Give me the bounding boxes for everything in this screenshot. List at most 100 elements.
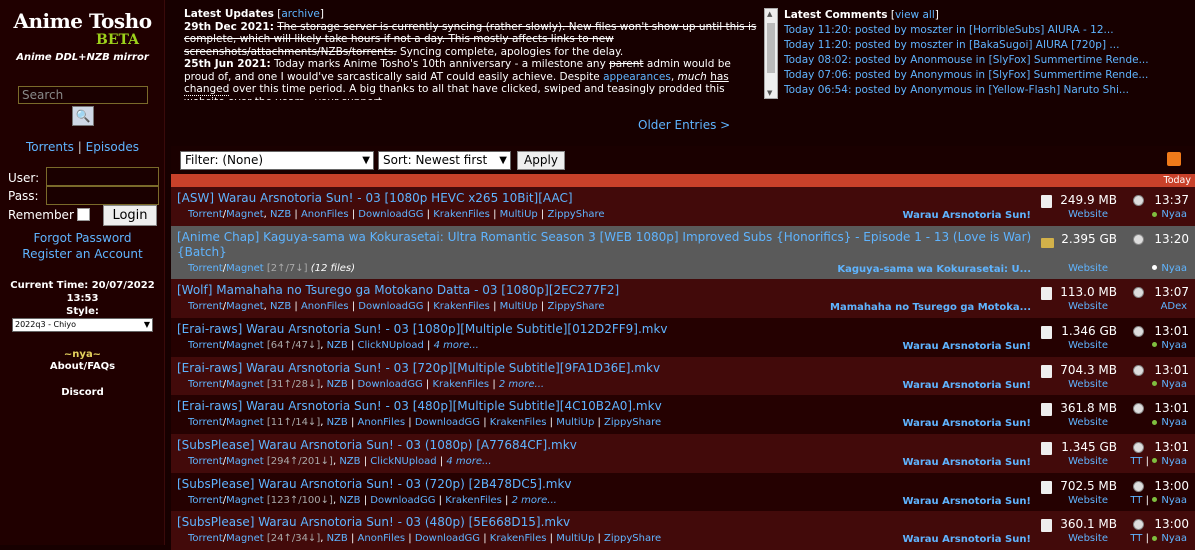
- scroll-up-icon[interactable]: ▲: [767, 10, 772, 18]
- download-link[interactable]: AnonFiles: [301, 301, 349, 312]
- download-link[interactable]: KrakenFiles: [433, 301, 490, 312]
- sort-select[interactable]: Sort: Newest first ▼: [378, 151, 511, 170]
- archive-link[interactable]: archive: [281, 8, 320, 20]
- comment-item[interactable]: Today 11:20: posted by moszter in [BakaS…: [784, 38, 1184, 53]
- website-link[interactable]: Website: [1068, 456, 1108, 467]
- tt-link[interactable]: TT: [1130, 533, 1142, 544]
- source-link[interactable]: Nyaa: [1161, 456, 1187, 467]
- download-link[interactable]: KrakenFiles: [432, 379, 489, 390]
- changed-link[interactable]: changed: [184, 83, 230, 96]
- view-all-link[interactable]: view all: [895, 9, 935, 21]
- torrent-title[interactable]: [SubsPlease] Warau Arsnotoria Sun! - 03 …: [177, 515, 1037, 530]
- source-link[interactable]: Nyaa: [1161, 495, 1187, 506]
- download-link[interactable]: ClickNUpload: [370, 456, 436, 467]
- download-link[interactable]: MultiUp: [556, 417, 594, 428]
- download-link[interactable]: Torrent: [188, 533, 223, 544]
- download-link[interactable]: DownloadGG: [415, 533, 480, 544]
- tt-link[interactable]: TT: [1130, 456, 1142, 467]
- appearances-link[interactable]: appearances: [603, 71, 671, 83]
- password-field[interactable]: [46, 186, 159, 205]
- download-link[interactable]: 4 more...: [434, 340, 479, 351]
- source-link[interactable]: Nyaa: [1161, 209, 1187, 220]
- filter-select[interactable]: Filter: (None) ▼: [180, 151, 374, 170]
- torrent-title[interactable]: [SubsPlease] Warau Arsnotoria Sun! - 03 …: [177, 477, 1037, 492]
- search-button[interactable]: 🔍: [72, 106, 94, 126]
- search-input[interactable]: Search: [18, 86, 148, 104]
- download-link[interactable]: Magnet: [226, 340, 264, 351]
- download-link[interactable]: NZB: [327, 379, 348, 390]
- login-button[interactable]: Login: [103, 205, 157, 226]
- download-link[interactable]: Magnet: [226, 209, 264, 220]
- comment-item[interactable]: Today 11:20: posted by moszter in [Horri…: [784, 23, 1184, 38]
- download-link[interactable]: Torrent: [188, 379, 223, 390]
- download-link[interactable]: AnonFiles: [358, 417, 406, 428]
- nav-episodes[interactable]: Episodes: [86, 140, 139, 154]
- website-link[interactable]: Website: [1068, 340, 1108, 351]
- download-link[interactable]: Magnet: [226, 495, 264, 506]
- download-link[interactable]: Magnet: [226, 417, 264, 428]
- download-link[interactable]: ZippyShare: [547, 301, 604, 312]
- source-link[interactable]: Nyaa: [1161, 533, 1187, 544]
- download-link[interactable]: Magnet: [226, 263, 264, 274]
- remember-checkbox[interactable]: [77, 208, 90, 221]
- torrent-title[interactable]: [SubsPlease] Warau Arsnotoria Sun! - 03 …: [177, 438, 1037, 453]
- download-link[interactable]: AnonFiles: [301, 209, 349, 220]
- style-select[interactable]: 2022q3 - Chiyo ▼: [12, 318, 153, 332]
- apply-button[interactable]: Apply: [517, 151, 565, 170]
- rss-icon[interactable]: [1167, 152, 1181, 166]
- download-link[interactable]: AnonFiles: [358, 533, 406, 544]
- download-link[interactable]: NZB: [327, 417, 348, 428]
- download-link[interactable]: DownloadGG: [415, 417, 480, 428]
- comment-item[interactable]: Today 07:06: posted by Anonymous in [Sly…: [784, 68, 1184, 83]
- register-link[interactable]: Register an Account: [0, 247, 165, 261]
- series-link[interactable]: Warau Arsnotoria Sun!: [771, 380, 1031, 391]
- download-link[interactable]: Magnet: [226, 379, 264, 390]
- username-field[interactable]: [46, 167, 159, 186]
- source-link[interactable]: Nyaa: [1161, 379, 1187, 390]
- source-link[interactable]: Nyaa: [1161, 263, 1187, 274]
- download-link[interactable]: Torrent: [188, 209, 223, 220]
- download-link[interactable]: KrakenFiles: [445, 495, 502, 506]
- scroll-thumb[interactable]: [767, 23, 775, 73]
- website-link[interactable]: Website: [1068, 209, 1108, 220]
- website-link[interactable]: Website: [1068, 495, 1108, 506]
- forgot-password-link[interactable]: Forgot Password: [0, 231, 165, 245]
- about-faqs-link[interactable]: About/FAQs: [0, 361, 165, 372]
- torrent-title[interactable]: [Erai-raws] Warau Arsnotoria Sun! - 03 […: [177, 361, 1037, 376]
- download-link[interactable]: Magnet: [226, 456, 264, 467]
- website-link[interactable]: Website: [1068, 417, 1108, 428]
- torrent-title[interactable]: [Erai-raws] Warau Arsnotoria Sun! - 03 […: [177, 399, 1037, 414]
- comment-item[interactable]: Today 08:02: posted by Anonmouse in [Sly…: [784, 53, 1184, 68]
- download-link[interactable]: KrakenFiles: [433, 209, 490, 220]
- series-link[interactable]: Warau Arsnotoria Sun!: [771, 457, 1031, 468]
- series-link[interactable]: Warau Arsnotoria Sun!: [771, 341, 1031, 352]
- website-link[interactable]: Website: [1068, 301, 1108, 312]
- download-link[interactable]: Torrent: [188, 340, 223, 351]
- download-link[interactable]: NZB: [339, 456, 360, 467]
- download-link[interactable]: ZippyShare: [604, 417, 661, 428]
- site-logo[interactable]: Anime Tosho BETA Anime DDL+NZB mirror: [0, 8, 165, 63]
- download-link[interactable]: ZippyShare: [547, 209, 604, 220]
- series-link[interactable]: Warau Arsnotoria Sun!: [771, 534, 1031, 545]
- nav-torrents[interactable]: Torrents: [26, 140, 74, 154]
- torrent-title[interactable]: [Wolf] Mamahaha no Tsurego ga Motokano D…: [177, 283, 1037, 298]
- download-link[interactable]: NZB: [327, 340, 348, 351]
- older-entries-link[interactable]: Older Entries >: [638, 118, 730, 132]
- download-link[interactable]: DownloadGG: [370, 495, 435, 506]
- source-link[interactable]: Nyaa: [1161, 417, 1187, 428]
- download-link[interactable]: 2 more...: [499, 379, 544, 390]
- download-link[interactable]: Torrent: [188, 456, 223, 467]
- website-link[interactable]: Website: [1068, 263, 1108, 274]
- discord-link[interactable]: Discord: [0, 387, 165, 398]
- source-link[interactable]: Nyaa: [1161, 340, 1187, 351]
- torrent-title[interactable]: [Erai-raws] Warau Arsnotoria Sun! - 03 […: [177, 322, 1037, 337]
- tt-link[interactable]: TT: [1130, 495, 1142, 506]
- series-link[interactable]: Warau Arsnotoria Sun!: [771, 496, 1031, 507]
- download-link[interactable]: 4 more...: [446, 456, 491, 467]
- torrent-title[interactable]: [ASW] Warau Arsnotoria Sun! - 03 [1080p …: [177, 191, 1037, 206]
- download-link[interactable]: NZB: [270, 209, 291, 220]
- download-link[interactable]: Torrent: [188, 495, 223, 506]
- series-link[interactable]: Warau Arsnotoria Sun!: [771, 210, 1031, 221]
- download-link[interactable]: NZB: [327, 533, 348, 544]
- download-link[interactable]: Magnet: [226, 301, 264, 312]
